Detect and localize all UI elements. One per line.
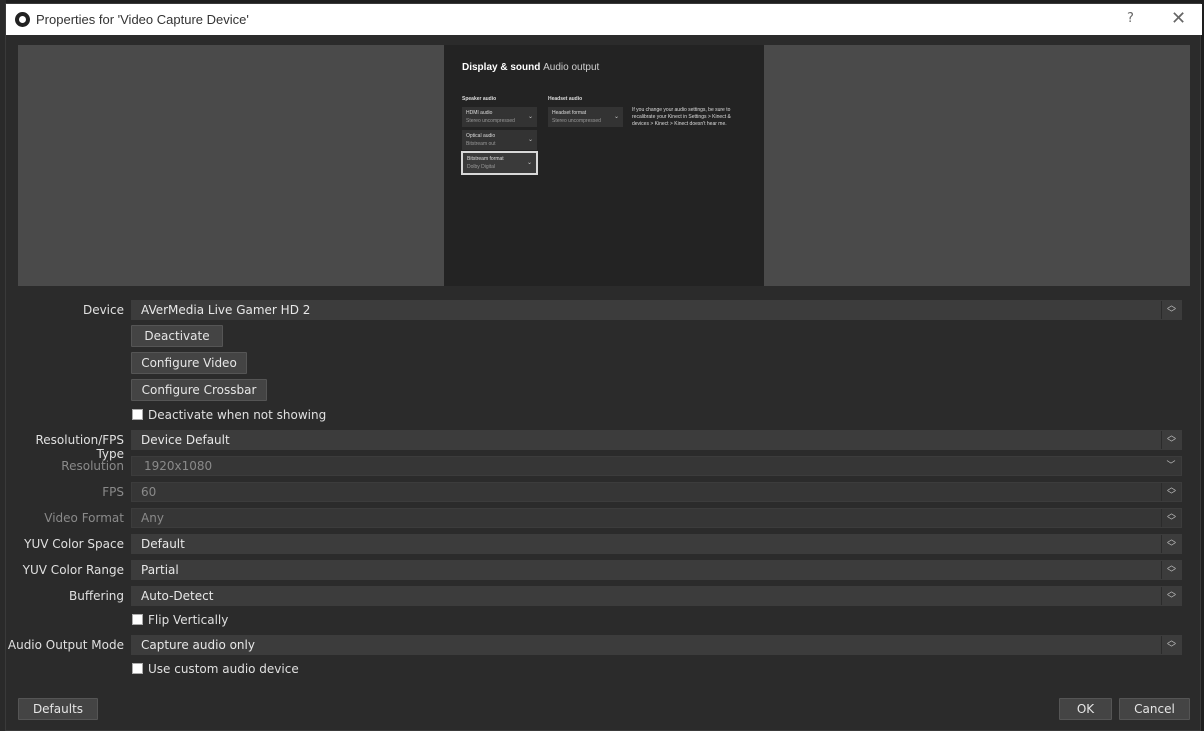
audio-output-mode-label: Audio Output Mode [7,638,124,652]
ok-button[interactable]: OK [1059,698,1112,720]
checkbox-box[interactable] [132,614,143,625]
up-down-arrows-icon: ︿ ﹀ [1161,509,1181,527]
defaults-button[interactable]: Defaults [18,698,98,720]
resolution-fps-type-label: Resolution/FPS Type [35,433,125,461]
yuv-color-range-select[interactable]: Partial ︿ ﹀ [131,560,1182,580]
buffering-select[interactable]: Auto-Detect ︿ ﹀ [131,586,1182,606]
fps-label: FPS [102,485,124,499]
hdmi-audio-option: HDMI audio Stereo uncompressed ⌄ [462,107,537,127]
up-down-arrows-icon: ︿ ﹀ [1161,535,1181,553]
deactivate-when-not-showing-checkbox[interactable]: Deactivate when not showing [132,408,326,422]
optical-audio-option: Optical audio Bitstream out ⌄ [462,130,537,150]
resolution-label: Resolution [61,459,124,473]
preview-screen: Display & sound Audio output Speaker aud… [444,45,764,286]
headset-title: Headset audio [548,96,583,102]
audio-output-mode-select[interactable]: Capture audio only ︿ ﹀ [131,635,1182,655]
bitstream-format-option: Bitstream format Dolby Digital ⌄ [461,151,538,175]
cancel-button[interactable]: Cancel [1119,698,1190,720]
chevron-down-icon: ⌄ [527,137,533,143]
up-down-arrows-icon: ︿ ﹀ [1161,636,1181,654]
titlebar: Properties for 'Video Capture Device' ? … [6,4,1202,35]
flip-vertically-checkbox[interactable]: Flip Vertically [132,613,228,627]
chevron-down-icon: ⌄ [526,160,532,166]
checkbox-box[interactable] [132,409,143,420]
fps-select: 60 ︿ ﹀ [131,482,1182,502]
help-button[interactable]: ? [1127,11,1134,26]
yuv-color-space-select[interactable]: Default ︿ ﹀ [131,534,1182,554]
video-format-label: Video Format [44,511,124,525]
chevron-down-icon: ⌄ [527,114,533,120]
close-button[interactable]: ✕ [1171,8,1186,29]
speaker-title: Speaker audio [462,96,497,102]
yuv-color-space-label: YUV Color Space [24,537,124,551]
up-down-arrows-icon: ︿ ﹀ [1161,587,1181,605]
preview-heading: Display & sound Audio output [462,62,600,73]
configure-video-button[interactable]: Configure Video [131,352,247,374]
up-down-arrows-icon: ︿ ﹀ [1161,483,1181,501]
up-down-arrows-icon: ︿ ﹀ [1161,561,1181,579]
chevron-down-icon: ⌄ [613,114,619,120]
checkbox-box[interactable] [132,663,143,674]
chevron-down-icon: ﹀ [1166,461,1176,471]
use-custom-audio-device-checkbox[interactable]: Use custom audio device [132,662,299,676]
properties-dialog: Properties for 'Video Capture Device' ? … [5,3,1202,731]
resolution-select: 1920x1080 ﹀ [131,456,1182,476]
up-down-arrows-icon: ︿ ﹀ [1161,431,1181,449]
buffering-label: Buffering [69,589,124,603]
device-label: Device [82,303,124,317]
yuv-color-range-label: YUV Color Range [22,563,124,577]
window-title: Properties for 'Video Capture Device' [36,12,249,27]
device-select[interactable]: AVerMedia Live Gamer HD 2 ︿ ﹀ [131,300,1182,320]
obs-logo-icon [15,12,30,27]
resolution-fps-type-select[interactable]: Device Default ︿ ﹀ [131,430,1182,450]
deactivate-button[interactable]: Deactivate [131,325,223,347]
headset-format-option: Headset format Stereo uncompressed ⌄ [548,107,623,127]
video-format-select: Any ︿ ﹀ [131,508,1182,528]
up-down-arrows-icon: ︿ ﹀ [1161,301,1181,319]
source-preview: Display & sound Audio output Speaker aud… [18,45,1190,286]
configure-crossbar-button[interactable]: Configure Crossbar [131,379,267,401]
recalibrate-note: If you change your audio settings, be su… [632,107,731,127]
